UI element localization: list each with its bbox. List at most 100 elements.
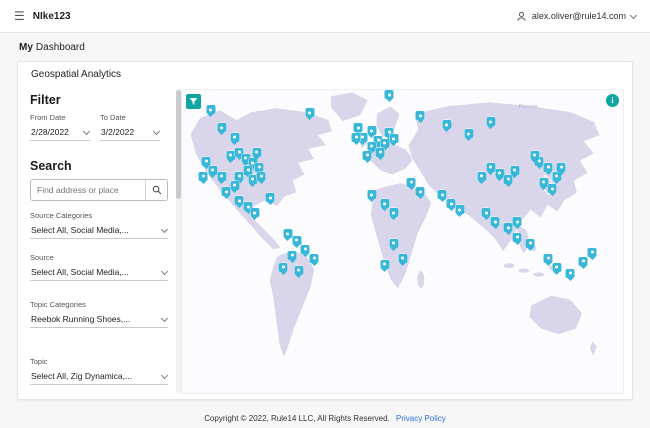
- to-date-select[interactable]: 3/2/2022: [100, 125, 161, 141]
- footer: Copyright © 2022, Rule14 LLC, All Rights…: [0, 414, 650, 423]
- map-marker[interactable]: [510, 165, 520, 175]
- map-marker[interactable]: [375, 147, 385, 157]
- map-marker[interactable]: [234, 196, 244, 206]
- map-marker[interactable]: [278, 262, 288, 272]
- source-select[interactable]: Select All, Social Media,...: [30, 265, 168, 281]
- map-marker[interactable]: [481, 208, 491, 218]
- map-marker[interactable]: [565, 268, 575, 278]
- chevron-down-icon: [160, 371, 168, 379]
- map-marker[interactable]: [389, 134, 399, 144]
- search-button[interactable]: [145, 180, 167, 200]
- map-marker[interactable]: [287, 250, 297, 260]
- map-info-button[interactable]: i: [606, 94, 619, 107]
- source-categories-select[interactable]: Select All, Social Media,...: [30, 223, 168, 239]
- filter-heading: Filter: [30, 93, 61, 107]
- map-marker[interactable]: [367, 141, 377, 151]
- map-marker[interactable]: [512, 217, 522, 227]
- map-marker[interactable]: [248, 174, 258, 184]
- map-marker[interactable]: [294, 265, 304, 275]
- map-marker[interactable]: [552, 262, 562, 272]
- map-marker[interactable]: [380, 259, 390, 269]
- topic-categories-label: Topic Categories: [30, 300, 86, 309]
- map-marker[interactable]: [221, 187, 231, 197]
- map-marker[interactable]: [234, 171, 244, 181]
- privacy-policy-link[interactable]: Privacy Policy: [396, 414, 446, 423]
- funnel-icon: [189, 98, 198, 105]
- map-marker[interactable]: [530, 150, 540, 160]
- map-marker[interactable]: [198, 171, 208, 181]
- search-icon: [152, 185, 161, 195]
- map-marker[interactable]: [208, 165, 218, 175]
- from-date-select[interactable]: 2/28/2022: [30, 125, 91, 141]
- map-marker[interactable]: [578, 256, 588, 266]
- map-marker[interactable]: [486, 162, 496, 172]
- map-marker[interactable]: [512, 232, 522, 242]
- map-marker[interactable]: [543, 253, 553, 263]
- user-icon: [517, 11, 526, 21]
- map-marker[interactable]: [250, 208, 260, 218]
- map-marker[interactable]: [415, 111, 425, 121]
- map-marker[interactable]: [455, 205, 465, 215]
- map-marker[interactable]: [254, 162, 264, 172]
- breadcrumb-rest: Dashboard: [35, 41, 85, 53]
- map-marker[interactable]: [384, 90, 394, 100]
- map-marker[interactable]: [252, 147, 262, 157]
- map-marker-layer: [182, 90, 623, 393]
- top-bar: ☰ NIke123 alex.oliver@rule14.com: [0, 0, 650, 33]
- map-marker[interactable]: [490, 217, 500, 227]
- to-date-value: 3/2/2022: [101, 127, 135, 137]
- map-marker[interactable]: [464, 129, 474, 139]
- map-marker[interactable]: [367, 126, 377, 136]
- map-marker[interactable]: [446, 199, 456, 209]
- map-marker[interactable]: [556, 162, 566, 172]
- map-marker[interactable]: [265, 193, 275, 203]
- map-marker[interactable]: [389, 208, 399, 218]
- map-marker[interactable]: [309, 253, 319, 263]
- map-marker[interactable]: [305, 108, 315, 118]
- world-map[interactable]: Russia i: [181, 89, 624, 394]
- map-marker[interactable]: [367, 190, 377, 200]
- user-email: alex.oliver@rule14.com: [531, 11, 626, 21]
- map-marker[interactable]: [587, 247, 597, 257]
- map-marker[interactable]: [398, 253, 407, 263]
- map-marker[interactable]: [415, 187, 425, 197]
- map-marker[interactable]: [230, 180, 240, 190]
- map-marker[interactable]: [503, 223, 513, 233]
- topic-select[interactable]: Select All, Zig Dynamica,...: [30, 369, 168, 385]
- map-marker[interactable]: [486, 117, 496, 127]
- map-marker[interactable]: [442, 120, 452, 130]
- map-marker[interactable]: [389, 238, 399, 248]
- hamburger-menu-icon[interactable]: ☰: [14, 10, 25, 22]
- map-marker[interactable]: [300, 244, 310, 254]
- map-marker[interactable]: [362, 150, 372, 160]
- map-marker[interactable]: [353, 123, 363, 133]
- map-marker[interactable]: [380, 199, 390, 209]
- search-heading: Search: [30, 159, 72, 173]
- map-marker[interactable]: [543, 162, 553, 172]
- map-marker[interactable]: [477, 171, 487, 181]
- map-marker[interactable]: [206, 105, 216, 115]
- map-marker[interactable]: [226, 150, 235, 160]
- search-input[interactable]: [31, 185, 145, 195]
- source-value: Select All, Social Media,...: [31, 267, 129, 277]
- map-marker[interactable]: [283, 229, 293, 239]
- map-marker[interactable]: [256, 171, 266, 181]
- topic-categories-select[interactable]: Reebok Running Shoes,...: [30, 312, 168, 328]
- map-marker[interactable]: [351, 132, 361, 142]
- topic-label: Topic: [30, 357, 48, 366]
- map-marker[interactable]: [217, 123, 227, 133]
- map-marker[interactable]: [437, 190, 447, 200]
- user-menu[interactable]: alex.oliver@rule14.com: [516, 11, 638, 22]
- map-marker[interactable]: [406, 177, 416, 187]
- map-marker[interactable]: [201, 156, 211, 166]
- map-marker[interactable]: [539, 177, 549, 187]
- map-marker[interactable]: [547, 184, 557, 194]
- copyright-text: Copyright © 2022, Rule14 LLC, All Rights…: [204, 414, 390, 423]
- map-filter-button[interactable]: [186, 94, 201, 109]
- map-marker[interactable]: [217, 171, 227, 181]
- map-marker[interactable]: [243, 165, 253, 175]
- map-marker[interactable]: [525, 238, 535, 248]
- map-marker[interactable]: [292, 235, 302, 245]
- map-marker[interactable]: [495, 168, 505, 178]
- map-marker[interactable]: [230, 132, 240, 142]
